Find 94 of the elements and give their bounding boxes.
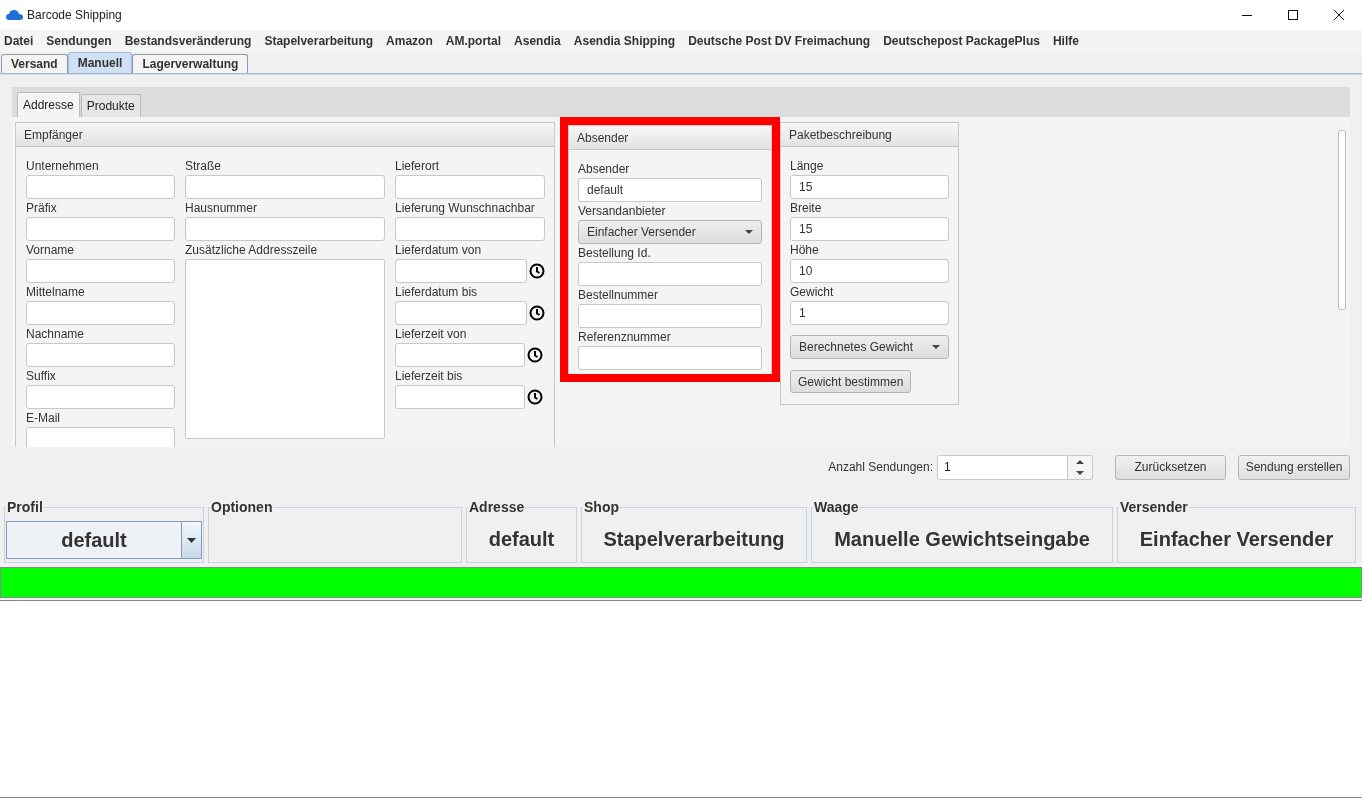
status-value: Manuelle Gewichtseingabe xyxy=(833,526,1091,552)
input-field[interactable] xyxy=(26,385,175,409)
menu-item[interactable]: Deutsche Post DV Freimachung xyxy=(688,32,871,50)
field-label: Länge xyxy=(790,158,825,175)
input-field[interactable] xyxy=(26,217,175,241)
field-label: Anzahl Sendungen: xyxy=(828,459,933,476)
caret-icon xyxy=(745,230,753,234)
menu-item[interactable]: Datei xyxy=(4,32,34,50)
field-label: Lieferdatum von xyxy=(395,242,483,259)
field-label: Suffix xyxy=(26,368,57,385)
input-field[interactable] xyxy=(578,304,762,328)
field-label: Mittelname xyxy=(26,284,86,301)
input-field[interactable] xyxy=(395,301,527,325)
input-field[interactable]: 15 xyxy=(790,217,949,241)
input-field[interactable] xyxy=(395,343,525,367)
tab[interactable]: Lagerverwaltung xyxy=(132,54,249,73)
create-button[interactable]: Sendung erstellen xyxy=(1238,454,1350,480)
menu-item[interactable]: Sendungen xyxy=(46,32,112,50)
field-label: Lieferdatum bis xyxy=(395,284,479,301)
input-field[interactable]: default xyxy=(578,178,762,202)
field-label: Bestellnummer xyxy=(578,287,660,304)
clock-icon[interactable] xyxy=(529,305,545,321)
field-label: Lieferort xyxy=(395,158,441,175)
field-label: Straße xyxy=(185,158,222,175)
status-value: default xyxy=(487,526,556,552)
field-label: Vorname xyxy=(26,242,76,259)
field-label: Breite xyxy=(790,200,823,217)
field-label: Präfix xyxy=(26,200,58,217)
clock-icon[interactable] xyxy=(527,389,543,405)
status-value: Einfacher Versender xyxy=(1138,526,1335,552)
clock-icon[interactable] xyxy=(529,263,545,279)
group-title: Adresse xyxy=(468,498,526,517)
field-label: E-Mail xyxy=(26,410,61,427)
group-title: Shop xyxy=(583,498,620,517)
field-label: Absender xyxy=(578,161,631,178)
input-field[interactable] xyxy=(395,175,545,199)
tab[interactable]: Addresse xyxy=(17,92,80,117)
field-label: Unternehmen xyxy=(26,158,100,175)
input-field[interactable]: 15 xyxy=(790,175,949,199)
input-field[interactable] xyxy=(395,259,527,283)
input-field[interactable] xyxy=(395,217,545,241)
input-field[interactable] xyxy=(26,301,175,325)
input-field[interactable] xyxy=(26,343,175,367)
menu-item[interactable]: Asendia xyxy=(514,32,561,50)
field-label: Hausnummer xyxy=(185,200,259,217)
reset-button[interactable]: Zurücksetzen xyxy=(1115,454,1226,480)
menu-item[interactable]: Hilfe xyxy=(1052,32,1079,50)
group-title: Optionen xyxy=(210,498,274,517)
field-label: Gewicht xyxy=(790,284,835,301)
menu-item[interactable]: AM.portal xyxy=(445,32,502,50)
tab[interactable]: Versand xyxy=(1,54,68,73)
field-label: Lieferung Wunschnachbar xyxy=(395,200,536,217)
input-field[interactable] xyxy=(26,427,175,447)
input-field[interactable] xyxy=(26,175,175,199)
dropdown[interactable]: Einfacher Versender xyxy=(578,220,762,244)
input-field[interactable]: 10 xyxy=(790,259,949,283)
close-icon xyxy=(1334,10,1344,20)
group-title: Versender xyxy=(1119,498,1189,517)
field-label: Zusätzliche Addresszeile xyxy=(185,242,319,259)
caret-icon xyxy=(187,537,196,543)
field-label: Bestellung Id. xyxy=(578,245,652,262)
menu-item[interactable]: Asendia Shipping xyxy=(573,32,676,50)
clock-icon[interactable] xyxy=(527,347,543,363)
field-label: Nachname xyxy=(26,326,86,343)
input-field[interactable] xyxy=(185,175,385,199)
tab[interactable]: Produkte xyxy=(80,94,141,117)
input-field[interactable] xyxy=(26,259,175,283)
status-value: Stapelverarbeitung xyxy=(602,526,786,552)
menu-item[interactable]: Bestandsveränderung xyxy=(124,32,252,50)
profile-dropdown[interactable]: default xyxy=(6,521,202,559)
text-area[interactable] xyxy=(185,259,385,439)
group-title: Profil xyxy=(6,498,44,517)
menu-item[interactable]: Amazon xyxy=(386,32,433,50)
input-field[interactable] xyxy=(395,385,525,409)
window-title: Barcode Shipping xyxy=(27,7,122,24)
input-field[interactable]: 1 xyxy=(790,301,949,325)
group-title: Waage xyxy=(813,498,860,517)
field-label: Lieferzeit von xyxy=(395,326,468,343)
maximize-icon xyxy=(1288,10,1298,20)
input-field[interactable] xyxy=(185,217,385,241)
cloud-logo-icon xyxy=(6,9,23,21)
caret-icon xyxy=(932,345,940,349)
input-field[interactable] xyxy=(578,346,762,370)
spinner-field[interactable]: 1 xyxy=(937,454,1068,480)
field-label: Lieferzeit bis xyxy=(395,368,464,385)
tab[interactable]: Manuell xyxy=(67,52,133,73)
field-label: Referenznummer xyxy=(578,329,672,346)
weigh-button[interactable]: Gewicht bestimmen xyxy=(790,370,912,393)
field-label: Versandanbieter xyxy=(578,203,667,220)
dropdown[interactable]: Berechnetes Gewicht xyxy=(790,335,949,359)
field-label: Höhe xyxy=(790,242,820,259)
menu-item[interactable]: Deutschepost PackagePlus xyxy=(883,32,1040,50)
input-field[interactable] xyxy=(578,262,762,286)
menu-item[interactable]: Stapelverarbeitung xyxy=(264,32,374,50)
